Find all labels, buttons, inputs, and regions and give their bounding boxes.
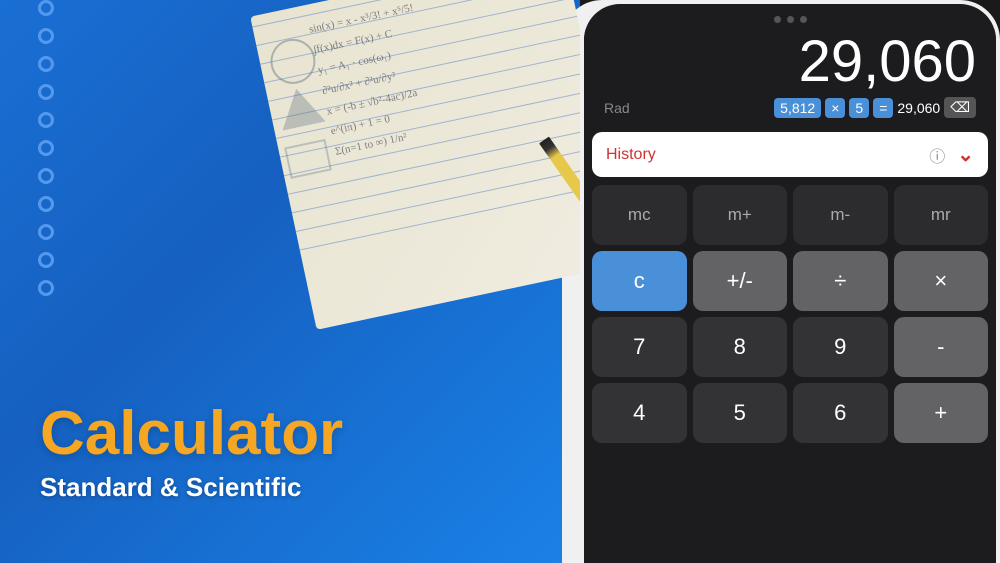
five-button[interactable]: 5 <box>693 383 788 443</box>
add-button[interactable]: + <box>894 383 989 443</box>
app-text-block: Calculator Standard & Scientific <box>40 400 343 503</box>
mr-button[interactable]: mr <box>894 185 989 245</box>
display-area: 29,060 Rad 5,812 × 5 = 29,060 ⌫ <box>584 29 996 132</box>
expr-op1: × <box>825 98 845 118</box>
subtract-button[interactable]: - <box>894 317 989 377</box>
clear-button[interactable]: c <box>592 251 687 311</box>
eight-button[interactable]: 8 <box>693 317 788 377</box>
expression-row: Rad 5,812 × 5 = 29,060 ⌫ <box>604 95 976 124</box>
expr-num1: 5,812 <box>774 98 821 118</box>
status-dot-1 <box>774 16 781 23</box>
m-plus-button[interactable]: m+ <box>693 185 788 245</box>
mc-button[interactable]: mc <box>592 185 687 245</box>
phone-inner: 29,060 Rad 5,812 × 5 = 29,060 ⌫ History … <box>584 4 996 563</box>
status-dot-2 <box>787 16 794 23</box>
right-panel: 29,060 Rad 5,812 × 5 = 29,060 ⌫ History … <box>580 0 1000 563</box>
nine-button[interactable]: 9 <box>793 317 888 377</box>
six-button[interactable]: 6 <box>793 383 888 443</box>
history-bar[interactable]: History ⓘ ⌄ <box>592 132 988 177</box>
expr-num2: 5 <box>849 98 869 118</box>
expr-result: 29,060 <box>897 100 940 116</box>
status-dots <box>584 4 996 29</box>
plus-minus-button[interactable]: +/- <box>693 251 788 311</box>
divide-button[interactable]: ÷ <box>793 251 888 311</box>
app-subtitle: Standard & Scientific <box>40 472 343 503</box>
main-result: 29,060 <box>604 29 976 95</box>
notebook-background: sin(x) = x - x³/3! + x⁵/5! ∫f(x)dx = F(x… <box>250 0 580 330</box>
history-label: History <box>606 146 929 164</box>
expr-backspace[interactable]: ⌫ <box>944 97 976 118</box>
status-dot-3 <box>800 16 807 23</box>
rad-label: Rad <box>604 100 630 116</box>
history-info-icon[interactable]: ⓘ <box>929 143 945 167</box>
spiral-binding <box>38 0 54 308</box>
app-title: Calculator <box>40 400 343 468</box>
left-panel: sin(x) = x - x³/3! + x⁵/5! ∫f(x)dx = F(x… <box>0 0 580 563</box>
m-minus-button[interactable]: m- <box>793 185 888 245</box>
button-grid: mc m+ m- mr c +/- ÷ × 7 8 9 - 4 5 6 + <box>584 185 996 451</box>
history-chevron-icon[interactable]: ⌄ <box>957 142 974 167</box>
seven-button[interactable]: 7 <box>592 317 687 377</box>
four-button[interactable]: 4 <box>592 383 687 443</box>
expr-eq: = <box>873 98 893 118</box>
multiply-button[interactable]: × <box>894 251 989 311</box>
